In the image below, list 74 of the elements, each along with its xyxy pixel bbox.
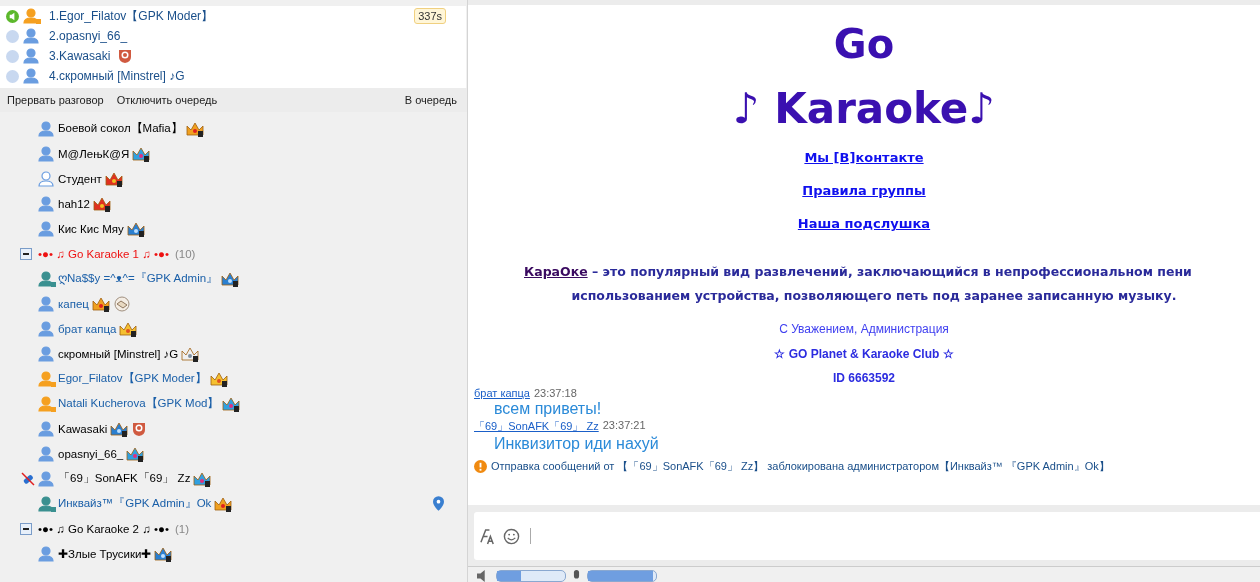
group-name[interactable]: •●• ♫ Go Karaoke 2 ♫ •●• (38, 522, 169, 535)
volume-slider[interactable] (496, 570, 566, 582)
crown-icon (209, 370, 228, 387)
shield-icon (131, 420, 148, 437)
user-name[interactable]: hah12 (58, 197, 90, 210)
crown-icon (119, 320, 138, 337)
user-name[interactable]: капец (58, 297, 89, 310)
join-queue-link[interactable]: В очередь (404, 94, 457, 106)
user-name[interactable]: Egor_Filatov【GPK Moder】 (58, 371, 207, 386)
message-author[interactable]: 「69」SonAFK「69」 Zz (474, 419, 599, 434)
system-notice: Отправка сообщений от 【「69」SonAFK「69」 Zz】 заблокирована администратором【Инквайз™ 『GPK Admin』Ok】 (491, 459, 1110, 474)
message-text: всем приветы! (493, 399, 603, 419)
intro-text: использованием устройства, позволяющего петь под заранее записанную музыку. (570, 287, 1178, 305)
queue-entry[interactable]: 4.скромный [Minstrel] ♪G (49, 69, 185, 83)
message-input[interactable] (474, 512, 1260, 560)
crown-icon (126, 445, 145, 462)
crown-icon (104, 170, 123, 187)
user-name[interactable]: Кис Кис Мяу (58, 222, 124, 235)
crown-icon (181, 345, 200, 362)
collapse-toggle[interactable] (20, 522, 32, 535)
crown-icon (110, 420, 129, 437)
crown-icon (193, 470, 212, 487)
crown-icon (221, 270, 240, 287)
queue-entry[interactable]: 2.opasnyi_66_ (49, 29, 128, 43)
collapse-toggle[interactable] (20, 247, 32, 260)
handshake-icon (112, 295, 131, 312)
crown-icon (93, 195, 111, 212)
warning-icon (474, 460, 487, 473)
signature-text: С Уважением, Администрация (779, 322, 949, 336)
crown-icon (132, 145, 151, 162)
microphone-icon[interactable] (572, 570, 581, 582)
user-name[interactable]: Боевой сокол【Mafia】 (58, 121, 183, 136)
user-name[interactable]: M@ЛењК@Я (58, 147, 130, 160)
message-time: 23:37:18 (533, 387, 577, 399)
microphone-slider[interactable] (587, 570, 657, 582)
crown-icon (214, 495, 233, 512)
user-name[interactable]: ✚Злые Трусики✚ (58, 546, 152, 561)
queue-entry[interactable]: 1.Egor_Filatov【GPK Moder】 (49, 7, 214, 25)
intro-link[interactable]: КараОке (524, 264, 588, 279)
message-time: 23:37:21 (602, 419, 646, 433)
club-name: ☆ GO Planet & Karaoke Club ☆ (774, 347, 954, 361)
crown-icon (91, 295, 110, 312)
group-link[interactable]: Правила группы (802, 180, 926, 201)
queue-entry[interactable]: 3.Kawasaki (49, 49, 111, 63)
user-name[interactable]: Студент (58, 172, 102, 185)
font-icon[interactable] (480, 527, 497, 545)
user-name[interactable]: Kawasaki (58, 422, 108, 435)
user-name[interactable]: брат капца (58, 322, 117, 335)
club-id: ID 6663592 (832, 371, 896, 383)
welcome-title: ♪ Karaoke♪ (732, 83, 996, 135)
smiley-icon[interactable] (503, 527, 520, 545)
user-name[interactable]: 「69」SonAFK「69」 Zz (58, 471, 191, 486)
user-name[interactable]: скромный [Minstrel] ♪G (58, 347, 179, 360)
queue-action-link[interactable]: Прервать разговор (7, 94, 104, 106)
message-author[interactable]: брат капца (474, 387, 530, 399)
crown-icon (185, 120, 204, 137)
user-name[interactable]: Инквайз™『GPK Admin』Ok (58, 496, 212, 511)
crown-icon (126, 220, 145, 237)
message-text: Инквизитор иди нахуй (493, 434, 660, 454)
crown-icon (222, 395, 241, 412)
welcome-title: Go (833, 20, 895, 69)
timer-badge: 337s (414, 8, 446, 24)
queue-action-link[interactable]: Отключить очередь (116, 94, 218, 106)
member-count: (10) (175, 247, 196, 260)
member-count: (1) (175, 522, 190, 535)
group-name[interactable]: •●• ♫ Go Karaoke 1 ♫ •●• (38, 247, 169, 260)
user-name[interactable]: ღNa$$y =^ᴥ^=『GPK Admin』 (58, 271, 219, 286)
user-name[interactable]: opasnyi_66_ (58, 447, 124, 460)
group-link[interactable]: Мы [В]контакте (804, 147, 924, 168)
crown-icon (154, 545, 173, 562)
shield-icon (117, 48, 134, 64)
user-name[interactable]: Natali Kucherova【GPK Mod】 (58, 396, 220, 411)
group-link[interactable]: Наша подслушка (797, 213, 931, 234)
intro-text: КараОке – это популярный вид развлечений, заключающийся в непрофессиональном пени (523, 263, 1193, 281)
